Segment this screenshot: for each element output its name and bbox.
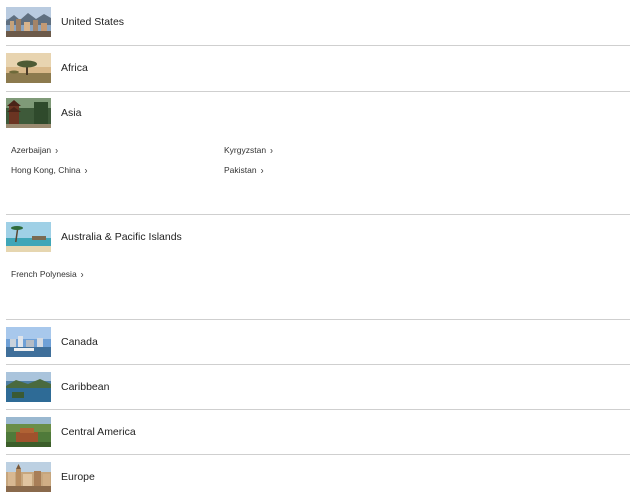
country-label: French Polynesia [11,269,77,279]
africa-thumbnail [6,53,51,83]
divider [6,454,630,455]
country-link-french-polynesia[interactable]: French Polynesia › [11,268,84,280]
asia-thumbnail [6,98,51,128]
canada-thumbnail [6,327,51,357]
region-africa[interactable]: Africa [0,50,630,86]
chevron-right-icon: › [260,164,264,176]
chevron-right-icon: › [270,144,274,156]
australia-pacific-thumbnail [6,222,51,252]
region-asia[interactable]: Asia [0,95,630,131]
europe-thumbnail [6,462,51,492]
divider [6,91,630,92]
region-australia-pacific-islands[interactable]: Australia & Pacific Islands [0,219,630,255]
region-central-america[interactable]: Central America [0,414,630,450]
united-states-thumbnail [6,7,51,37]
country-link-pakistan[interactable]: Pakistan › [224,164,264,176]
country-link-azerbaijan[interactable]: Azerbaijan › [11,144,58,156]
country-link-hong-kong-china[interactable]: Hong Kong, China › [11,164,87,176]
country-link-kyrgyzstan[interactable]: Kyrgyzstan › [224,144,273,156]
country-label: Kyrgyzstan [224,145,267,155]
divider [6,319,630,320]
country-label: Pakistan [224,165,257,175]
divider [6,45,630,46]
region-label: United States [61,16,125,28]
central-america-thumbnail [6,417,51,447]
region-united-states[interactable]: United States [0,4,630,40]
region-canada[interactable]: Canada [0,324,630,360]
region-label: Europe [61,471,95,483]
caribbean-thumbnail [6,372,51,402]
divider [6,364,630,365]
country-label: Azerbaijan [11,145,52,155]
region-label: Asia [61,107,82,119]
chevron-right-icon: › [84,164,88,176]
region-label: Canada [61,336,98,348]
region-label: Africa [61,62,88,74]
divider [6,409,630,410]
region-caribbean[interactable]: Caribbean [0,369,630,405]
divider [6,214,630,215]
country-label: Hong Kong, China [11,165,81,175]
region-label: Central America [61,426,136,438]
region-label: Australia & Pacific Islands [61,231,182,243]
chevron-right-icon: › [55,144,59,156]
chevron-right-icon: › [80,268,84,280]
region-label: Caribbean [61,381,110,393]
region-europe[interactable]: Europe [0,459,630,495]
